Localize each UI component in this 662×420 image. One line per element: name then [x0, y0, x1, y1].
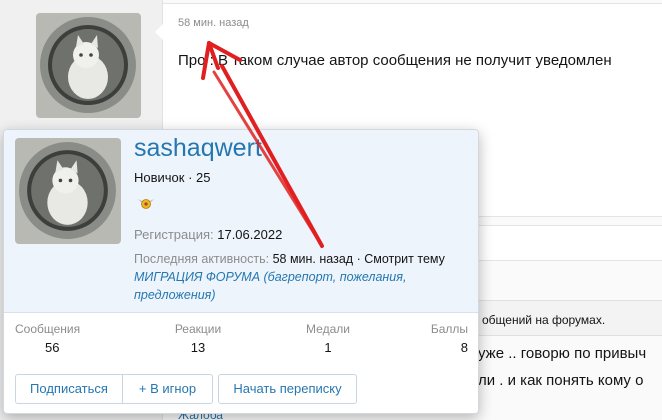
- annotation-arrow: [201, 41, 324, 248]
